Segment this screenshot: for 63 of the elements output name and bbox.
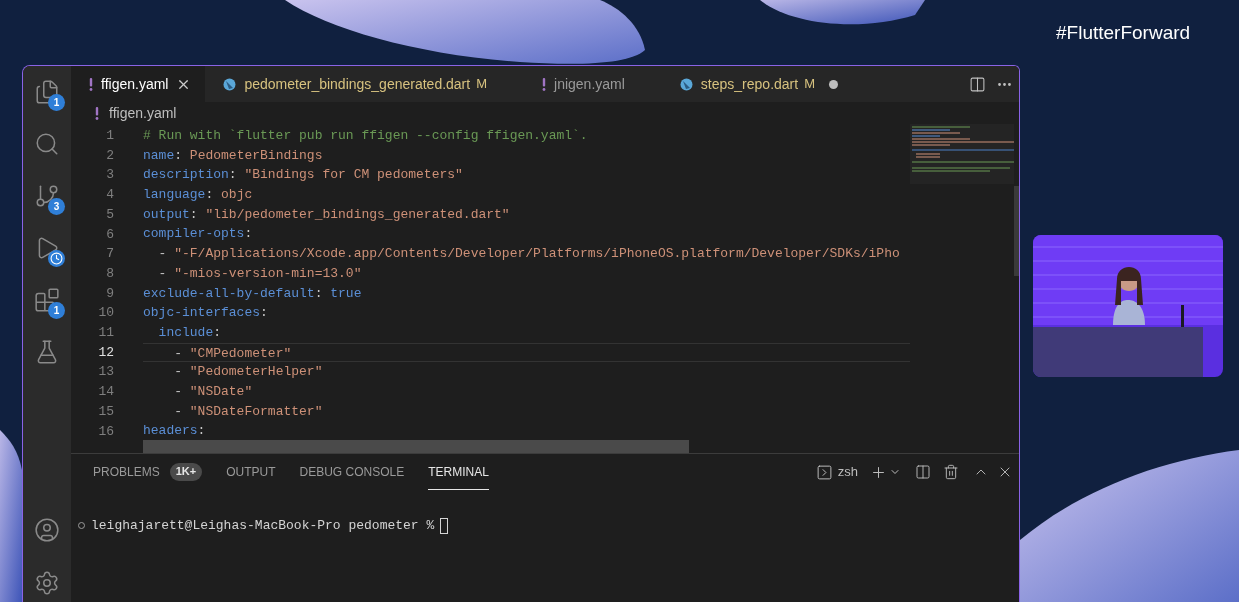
code-line: output: "lib/pedometer_bindings_generated.dart" [143,205,510,224]
hashtag: #FlutterForward [1056,21,1192,45]
terminal-prompt: leighajarett@Leighas-MacBook-Pro pedometer % [91,517,435,535]
horizontal-scrollbar[interactable] [143,440,689,453]
vertical-scrollbar[interactable] [1014,186,1019,276]
count-badge: 3 [48,198,65,215]
code-line: headers: [143,422,206,441]
code-line: language: objc [143,186,253,205]
trash-icon[interactable] [943,464,959,480]
dart-file-icon [679,77,693,91]
line-number: 12 [98,343,114,362]
panel-tab[interactable]: OUTPUT [226,454,276,490]
terminal-select[interactable]: zsh [815,462,858,482]
line-number: 13 [98,363,114,382]
line-number: 10 [98,304,114,323]
line-number: 2 [106,146,114,165]
code-line: description: "Bindings for CM pedometers" [143,166,463,185]
line-number: 16 [98,422,114,441]
branch-icon[interactable] [34,183,60,209]
count-badge: 1 [48,94,65,111]
blocks-icon[interactable] [34,287,60,313]
split-editor-icon[interactable] [969,75,986,93]
line-number: 15 [98,402,114,421]
code-line: - "NSDate" [173,382,253,401]
clock-badge-icon [48,250,65,267]
yaml-file-icon [542,77,547,91]
panel-tab[interactable]: TERMINAL [428,454,489,490]
code-line: compiler-opts: [143,225,253,244]
code-line: - "PedometerHelper" [173,363,323,382]
line-number: 5 [106,205,114,224]
search-icon[interactable] [34,131,60,157]
yaml-file-icon [89,77,93,91]
breadcrumb[interactable]: ffigen.yaml [71,102,1019,124]
editor-tab[interactable]: ffigen.yaml [71,66,206,102]
terminal-icon [815,463,833,481]
line-number: 9 [106,284,114,303]
line-number: 11 [98,324,114,343]
code-line: # Run with `flutter pub run ffigen --config ffigen.yaml`. [143,127,588,145]
split-terminal-icon[interactable] [915,464,931,480]
code-line: objc-interfaces: [143,304,268,323]
line-number: 14 [98,383,114,402]
line-number: 1 [106,127,114,145]
code-line: - "-F/Applications/Xcode.app/Contents/Developer/Platforms/iPhoneOS.platform/Developer/SDKs/iPho [157,245,900,264]
account-icon[interactable] [34,517,60,543]
dart-file-icon [223,77,237,91]
settings-icon[interactable] [34,570,60,596]
line-number: 6 [106,225,114,244]
yaml-file-icon [95,106,99,120]
line-number: 3 [106,166,114,185]
line-number: 8 [106,264,114,283]
line-number: 4 [106,186,114,205]
code-line: exclude-all-by-default: true [143,284,362,303]
code-line: - "CMPedometer" [173,344,292,362]
count-badge: 1 [48,302,65,319]
code-line: - "-mios-version-min=13.0" [157,264,362,283]
panel-tab[interactable]: PROBLEMS 1K+ [93,454,203,490]
panel-tab[interactable]: DEBUG CONSOLE [299,454,405,490]
code-line: include: [157,323,222,342]
text-cursor [440,517,449,534]
files-icon[interactable] [34,79,60,105]
line-number: 7 [106,245,114,264]
code-line: name: PedometerBindings [143,146,323,165]
code-line: - "NSDateFormatter" [173,402,323,421]
